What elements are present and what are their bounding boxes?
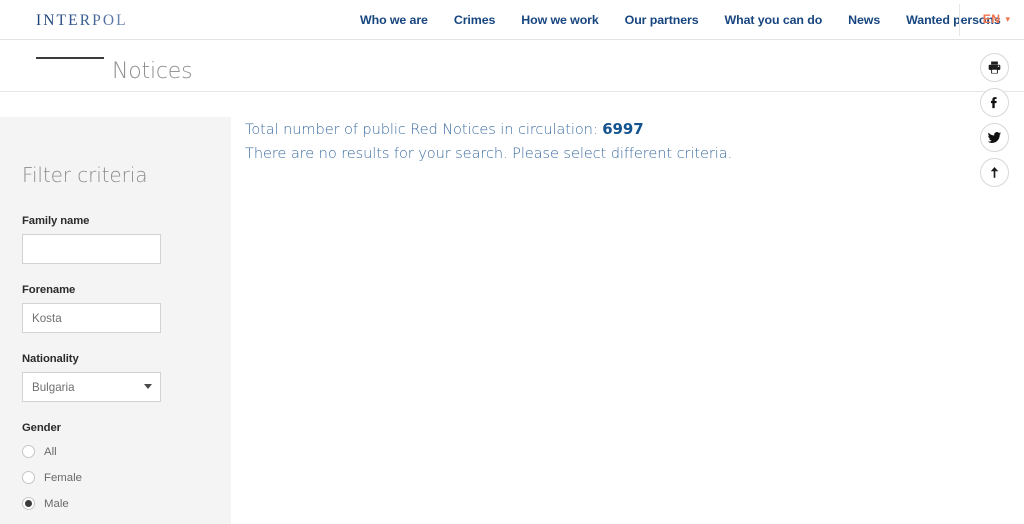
family-name-input[interactable] — [22, 234, 161, 264]
title-rule-divider — [36, 57, 104, 59]
chevron-down-icon: ▾ — [1005, 13, 1010, 24]
language-label: EN — [982, 12, 1001, 26]
field-family-name: Family name — [22, 215, 231, 264]
nationality-select-wrap: Bulgaria — [22, 372, 161, 402]
twitter-icon — [987, 132, 1002, 143]
print-icon — [988, 61, 1001, 74]
gender-label: Gender — [22, 422, 61, 434]
language-selector[interactable]: EN ▾ — [983, 12, 1010, 26]
gender-option-female-label: Female — [44, 471, 82, 484]
print-button[interactable] — [980, 53, 1009, 82]
nav-item-crimes[interactable]: Crimes — [454, 13, 496, 27]
scroll-to-top-button[interactable] — [980, 158, 1009, 187]
gender-option-all-label: All — [44, 445, 57, 458]
main-navigation: Who we are Crimes How we work Our partne… — [360, 0, 1001, 39]
gender-option-all[interactable]: All — [22, 445, 231, 458]
total-notices-count: 6997 — [602, 120, 644, 138]
gender-option-male[interactable]: Male — [22, 497, 231, 510]
filter-sidebar: Filter criteria Family name Forename Nat… — [0, 117, 231, 524]
scroll-to-top-icon — [990, 166, 999, 178]
header-divider — [959, 4, 960, 36]
nationality-select[interactable]: Bulgaria — [22, 372, 161, 402]
nav-item-who-we-are[interactable]: Who we are — [360, 13, 428, 27]
no-results-message: There are no results for your search. Pl… — [245, 145, 733, 162]
total-notices-line: Total number of public Red Notices in ci… — [245, 117, 945, 142]
radio-icon — [22, 471, 35, 484]
page-title: Notices — [112, 58, 193, 84]
page-root: INTERPOL Who we are Crimes How we work O… — [0, 0, 1024, 524]
gender-option-female[interactable]: Female — [22, 471, 231, 484]
gender-option-male-label: Male — [44, 497, 69, 510]
results-main: Total number of public Red Notices in ci… — [245, 117, 945, 166]
radio-icon — [22, 445, 35, 458]
family-name-label: Family name — [22, 215, 90, 227]
social-action-rail — [980, 53, 1009, 187]
interpol-logo[interactable]: INTERPOL — [36, 12, 128, 30]
site-header: INTERPOL Who we are Crimes How we work O… — [0, 0, 1024, 40]
radio-icon-selected — [22, 497, 35, 510]
field-nationality: Nationality Bulgaria — [22, 353, 231, 402]
nav-item-how-we-work[interactable]: How we work — [521, 13, 598, 27]
facebook-share-button[interactable] — [980, 88, 1009, 117]
field-forename: Forename — [22, 284, 231, 333]
nav-item-news[interactable]: News — [848, 13, 880, 27]
field-gender: Gender All Female Male — [22, 422, 231, 510]
total-notices-prefix: Total number of public Red Notices in ci… — [245, 121, 603, 138]
nav-item-what-you-can-do[interactable]: What you can do — [725, 13, 823, 27]
nationality-label: Nationality — [22, 353, 79, 365]
forename-label: Forename — [22, 284, 76, 296]
facebook-icon — [990, 97, 997, 109]
nav-item-our-partners[interactable]: Our partners — [625, 13, 699, 27]
forename-input[interactable] — [22, 303, 161, 333]
filter-criteria-heading: Filter criteria — [22, 163, 148, 187]
twitter-share-button[interactable] — [980, 123, 1009, 152]
